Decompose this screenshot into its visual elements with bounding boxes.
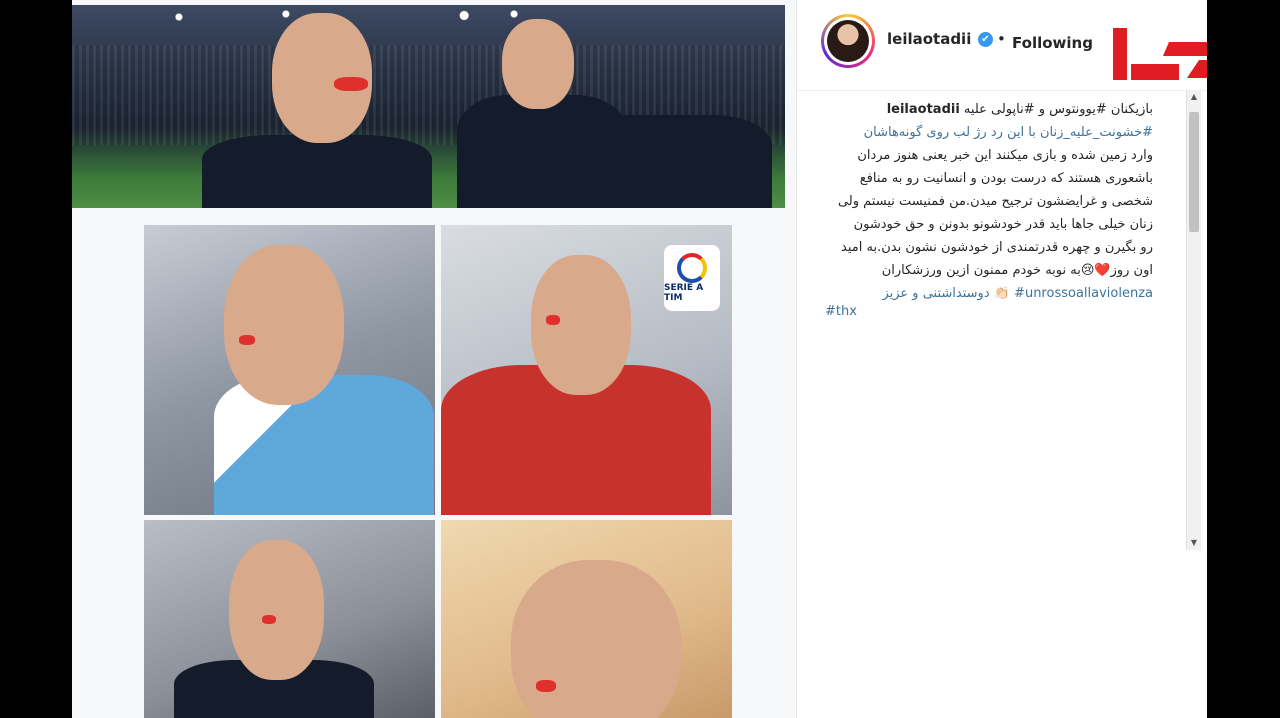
player-photo-3 <box>144 520 435 718</box>
following-button[interactable]: Following <box>1012 34 1093 52</box>
caption-owner[interactable]: leilaotadii <box>887 102 960 117</box>
post-caption: بازیکنان #یوونتوس و #ناپولی علیه leilaot… <box>825 98 1153 282</box>
player-face <box>502 19 574 109</box>
scroll-down-arrow-icon[interactable]: ▼ <box>1187 536 1201 550</box>
post-media[interactable]: SERIE A TIM <box>72 0 796 718</box>
caption-line-2: #خشونت_علیه_زنان با این رد رژ لب روی گون… <box>863 125 1153 140</box>
avatar-ring <box>824 17 872 65</box>
caption-line-8: اون روز❤️😢به نوبه خودم ممنون ازین ورزشکا… <box>881 263 1153 278</box>
player-photo-1 <box>144 225 435 515</box>
stadium-lights <box>72 5 785 35</box>
banner-photo <box>72 5 785 208</box>
post-header: leilaotadii ✔ • Following <box>797 0 1259 91</box>
right-margin <box>1207 0 1280 718</box>
player-jersey <box>214 375 434 515</box>
red-mark <box>334 77 368 91</box>
player-photo-4 <box>441 520 732 718</box>
avatar[interactable] <box>821 14 875 68</box>
player-photo-2: SERIE A TIM <box>441 225 732 515</box>
red-mark <box>262 615 276 624</box>
caption-hashtag-line[interactable]: دوستداشتنی و عزیز 👏🏻 #unrossoallaviolenz… <box>825 282 1153 305</box>
player-face <box>531 255 631 395</box>
left-margin <box>0 0 72 718</box>
avatar-image <box>827 20 869 62</box>
instagram-side-panel: leilaotadii ✔ • Following بازیکنان #یوون… <box>796 0 1259 718</box>
red-mark <box>546 315 560 325</box>
serie-a-ring-icon <box>677 253 707 283</box>
separator: • <box>997 30 1006 48</box>
caption-line: بازیکنان #یوونتوس و #ناپولی علیه leilaot… <box>825 98 1153 121</box>
scroll-thumb[interactable] <box>1189 112 1199 232</box>
caption-line-7: رو بگیرن و چهره قدرتمندی از خودشون نشون … <box>841 240 1153 255</box>
profile-username[interactable]: leilaotadii <box>887 30 971 48</box>
verified-badge-icon: ✔ <box>978 32 993 47</box>
player-face <box>511 560 681 718</box>
caption-line-1: بازیکنان #یوونتوس و #ناپولی علیه <box>963 102 1153 117</box>
player-face <box>229 540 324 680</box>
team-line <box>572 115 772 208</box>
red-mark <box>239 335 255 345</box>
badge-text: SERIE A TIM <box>664 283 704 303</box>
caption-scrollbar[interactable]: ▲ ▼ <box>1186 90 1201 550</box>
player-face <box>224 245 344 405</box>
caption-line-4: باشعوری هستند که درست بودن و انسانیت رو … <box>859 171 1153 186</box>
caption-line-3: وارد زمین شده و بازی میکنند این خبر یعنی… <box>857 148 1153 163</box>
scroll-up-arrow-icon[interactable]: ▲ <box>1187 90 1201 104</box>
caption-thx-hashtag[interactable]: #thx <box>825 304 857 319</box>
serie-a-badge: SERIE A TIM <box>664 245 720 311</box>
red-mark <box>536 680 556 692</box>
caption-line-6: زنان خیلی جاها باید قدر خودشونو بدونن و … <box>853 217 1153 232</box>
caption-line-5: شخصی و غرایضشون ترجیح میدن.من فمنیست نیس… <box>837 194 1153 209</box>
player-jersey <box>202 135 432 208</box>
